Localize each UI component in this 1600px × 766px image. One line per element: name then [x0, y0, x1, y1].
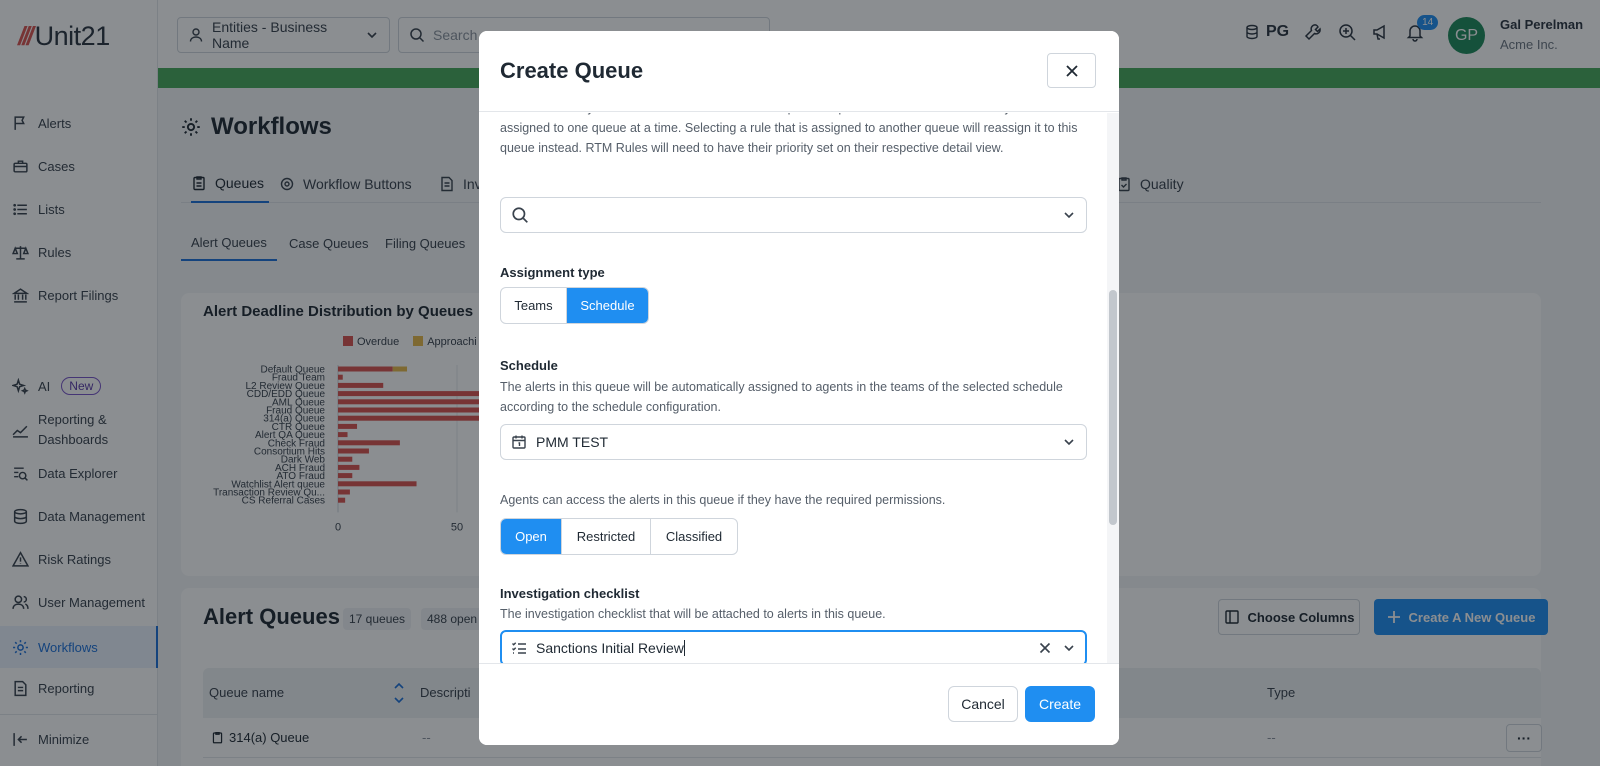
modal-footer — [479, 663, 1119, 745]
close-button[interactable] — [1047, 53, 1096, 88]
schedule-label: Schedule — [500, 358, 558, 373]
assignment-option-schedule[interactable]: Schedule — [567, 288, 648, 323]
scrollbar-thumb[interactable] — [1109, 290, 1117, 525]
create-button[interactable]: Create — [1025, 686, 1095, 722]
checklist-label: Investigation checklist — [500, 586, 640, 601]
modal-title: Create Queue — [500, 58, 644, 83]
access-option-open[interactable]: Open — [501, 519, 562, 554]
assignment-type-label: Assignment type — [500, 265, 605, 280]
clear-icon[interactable] — [1037, 640, 1053, 656]
access-level-toggle: Open Restricted Classified — [500, 518, 738, 555]
close-icon — [1065, 64, 1078, 77]
create-queue-modal: Alerts created by the selected rules her… — [479, 31, 1119, 745]
rules-help-text: Alerts created by the selected rules her… — [500, 113, 1078, 155]
modal-body: Alerts created by the selected rules her… — [479, 113, 1119, 663]
access-option-restricted[interactable]: Restricted — [562, 519, 651, 554]
access-help-text: Agents can access the alerts in this que… — [500, 493, 946, 507]
schedule-value: PMM TEST — [536, 434, 609, 450]
checklist-help-text: The investigation checklist that will be… — [500, 607, 886, 621]
access-option-classified[interactable]: Classified — [651, 519, 737, 554]
assignment-option-teams[interactable]: Teams — [501, 288, 567, 323]
search-icon — [512, 207, 528, 223]
schedule-select[interactable]: PMM TEST — [500, 424, 1087, 460]
rules-select[interactable] — [500, 197, 1087, 233]
calendar-icon — [512, 435, 526, 449]
checklist-select[interactable]: Sanctions Initial Review — [500, 630, 1087, 663]
schedule-help-text: The alerts in this queue will be automat… — [500, 380, 1063, 414]
modal-header: Create Queue — [479, 31, 1119, 112]
checklist-value: Sanctions Initial Review — [536, 640, 684, 656]
chevron-down-icon[interactable] — [1062, 435, 1076, 449]
assignment-type-toggle: Teams Schedule — [500, 287, 649, 324]
cancel-button[interactable]: Cancel — [948, 686, 1018, 722]
chevron-down-icon[interactable] — [1062, 208, 1076, 222]
modal-scrollbar[interactable] — [1107, 113, 1119, 663]
chevron-down-icon[interactable] — [1062, 641, 1076, 655]
text-caret — [683, 640, 685, 656]
checklist-icon — [512, 642, 526, 654]
